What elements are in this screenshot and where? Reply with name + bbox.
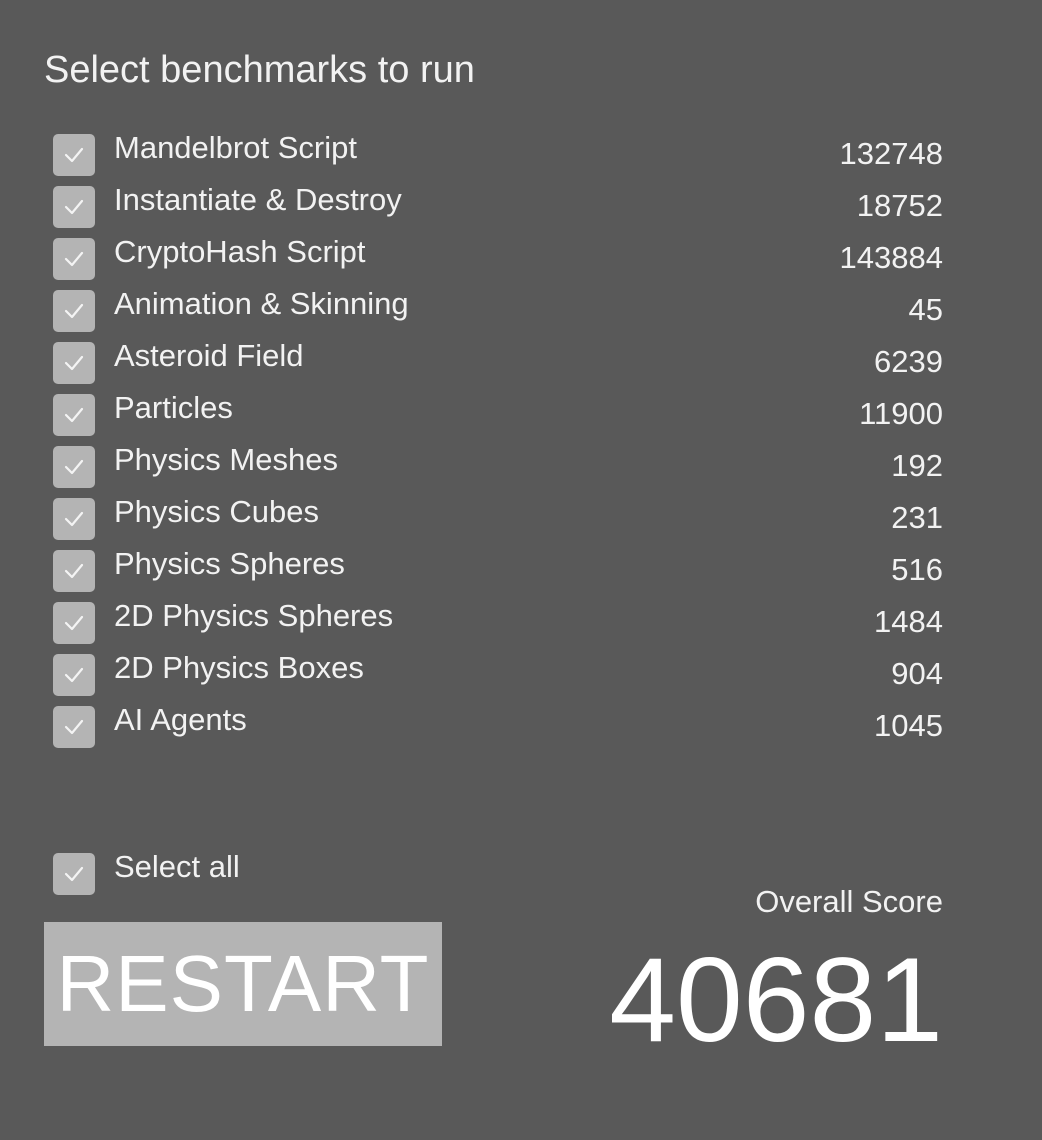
benchmark-checkbox[interactable]	[53, 498, 95, 540]
benchmark-score: 904	[891, 656, 943, 691]
benchmark-score: 45	[908, 292, 943, 327]
benchmark-checkbox[interactable]	[53, 706, 95, 748]
benchmark-row-mandelbrot: Mandelbrot Script 132748	[0, 126, 1042, 178]
benchmark-checkbox[interactable]	[53, 654, 95, 696]
check-icon	[64, 511, 84, 527]
benchmark-score: 132748	[839, 136, 943, 171]
benchmark-row-physics-spheres: Physics Spheres 516	[0, 542, 1042, 594]
benchmark-label: Physics Spheres	[114, 546, 345, 581]
check-icon	[64, 199, 84, 215]
check-icon	[64, 355, 84, 371]
benchmark-row-particles: Particles 11900	[0, 386, 1042, 438]
benchmark-score: 231	[891, 500, 943, 535]
benchmark-panel: Select benchmarks to run Mandelbrot Scri…	[0, 0, 1042, 1140]
select-all-checkbox[interactable]	[53, 853, 95, 895]
benchmark-label: Particles	[114, 390, 233, 425]
benchmark-label: Instantiate & Destroy	[114, 182, 402, 217]
check-icon	[64, 459, 84, 475]
benchmark-score: 11900	[859, 396, 943, 431]
check-icon	[64, 615, 84, 631]
overall-score-label: Overall Score	[755, 884, 943, 919]
benchmark-checkbox[interactable]	[53, 186, 95, 228]
restart-button[interactable]: RESTART	[44, 922, 442, 1046]
benchmark-checkbox[interactable]	[53, 342, 95, 384]
check-icon	[64, 147, 84, 163]
benchmark-row-2d-physics-boxes: 2D Physics Boxes 904	[0, 646, 1042, 698]
benchmark-label: Asteroid Field	[114, 338, 304, 373]
benchmark-checkbox[interactable]	[53, 550, 95, 592]
benchmark-label: Animation & Skinning	[114, 286, 409, 321]
benchmark-score: 516	[891, 552, 943, 587]
check-icon	[64, 303, 84, 319]
check-icon	[64, 251, 84, 267]
benchmark-row-cryptohash: CryptoHash Script 143884	[0, 230, 1042, 282]
benchmark-label: Mandelbrot Script	[114, 130, 357, 165]
check-icon	[64, 719, 84, 735]
select-all-label: Select all	[114, 849, 240, 884]
benchmark-score: 143884	[839, 240, 943, 275]
benchmark-label: CryptoHash Script	[114, 234, 366, 269]
benchmark-checkbox[interactable]	[53, 238, 95, 280]
benchmark-score: 18752	[856, 188, 943, 223]
benchmark-checkbox[interactable]	[53, 446, 95, 488]
page-title: Select benchmarks to run	[44, 49, 475, 91]
select-all-row: Select all	[0, 845, 600, 897]
check-icon	[64, 866, 84, 882]
benchmark-checkbox[interactable]	[53, 602, 95, 644]
benchmark-row-physics-meshes: Physics Meshes 192	[0, 438, 1042, 490]
benchmark-label: Physics Cubes	[114, 494, 320, 529]
benchmark-row-instantiate: Instantiate & Destroy 18752	[0, 178, 1042, 230]
benchmark-label: 2D Physics Boxes	[114, 650, 364, 685]
benchmark-row-physics-cubes: Physics Cubes 231	[0, 490, 1042, 542]
benchmark-score: 192	[891, 448, 943, 483]
benchmark-row-ai-agents: AI Agents 1045	[0, 698, 1042, 750]
check-icon	[64, 563, 84, 579]
benchmark-list: Mandelbrot Script 132748 Instantiate & D…	[0, 126, 1042, 750]
check-icon	[64, 407, 84, 423]
benchmark-row-asteroid: Asteroid Field 6239	[0, 334, 1042, 386]
check-icon	[64, 667, 84, 683]
benchmark-row-2d-physics-spheres: 2D Physics Spheres 1484	[0, 594, 1042, 646]
benchmark-checkbox[interactable]	[53, 394, 95, 436]
benchmark-checkbox[interactable]	[53, 134, 95, 176]
benchmark-label: Physics Meshes	[114, 442, 338, 477]
benchmark-row-animation: Animation & Skinning 45	[0, 282, 1042, 334]
benchmark-score: 1045	[874, 708, 943, 743]
benchmark-label: 2D Physics Spheres	[114, 598, 394, 633]
benchmark-checkbox[interactable]	[53, 290, 95, 332]
benchmark-label: AI Agents	[114, 702, 247, 737]
overall-score-value: 40681	[609, 933, 943, 1067]
benchmark-score: 6239	[874, 344, 943, 379]
benchmark-score: 1484	[874, 604, 943, 639]
